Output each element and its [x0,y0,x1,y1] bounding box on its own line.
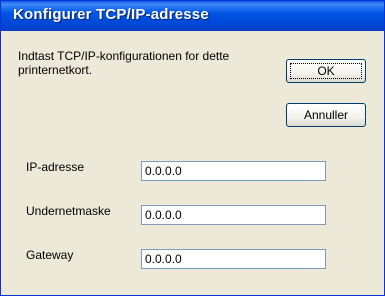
focus-rectangle [290,63,362,79]
instruction-text: Indtast TCP/IP-konfigurationen for dette… [18,49,230,77]
ok-button[interactable]: OK [286,59,366,83]
ip-address-label: IP-adresse [26,160,85,174]
ip-address-field[interactable] [141,161,326,181]
window-title: Konfigurer TCP/IP-adresse [13,6,209,23]
cancel-button-label: Annuller [303,108,349,122]
dialog-window: Konfigurer TCP/IP-adresse Indtast TCP/IP… [0,0,385,296]
gateway-label: Gateway [26,248,74,262]
gateway-field[interactable] [141,249,326,269]
title-bar[interactable]: Konfigurer TCP/IP-adresse [1,1,384,31]
subnet-mask-field[interactable] [141,205,326,225]
subnet-mask-label: Undernetmaske [26,204,111,218]
cancel-button[interactable]: Annuller [286,103,366,127]
